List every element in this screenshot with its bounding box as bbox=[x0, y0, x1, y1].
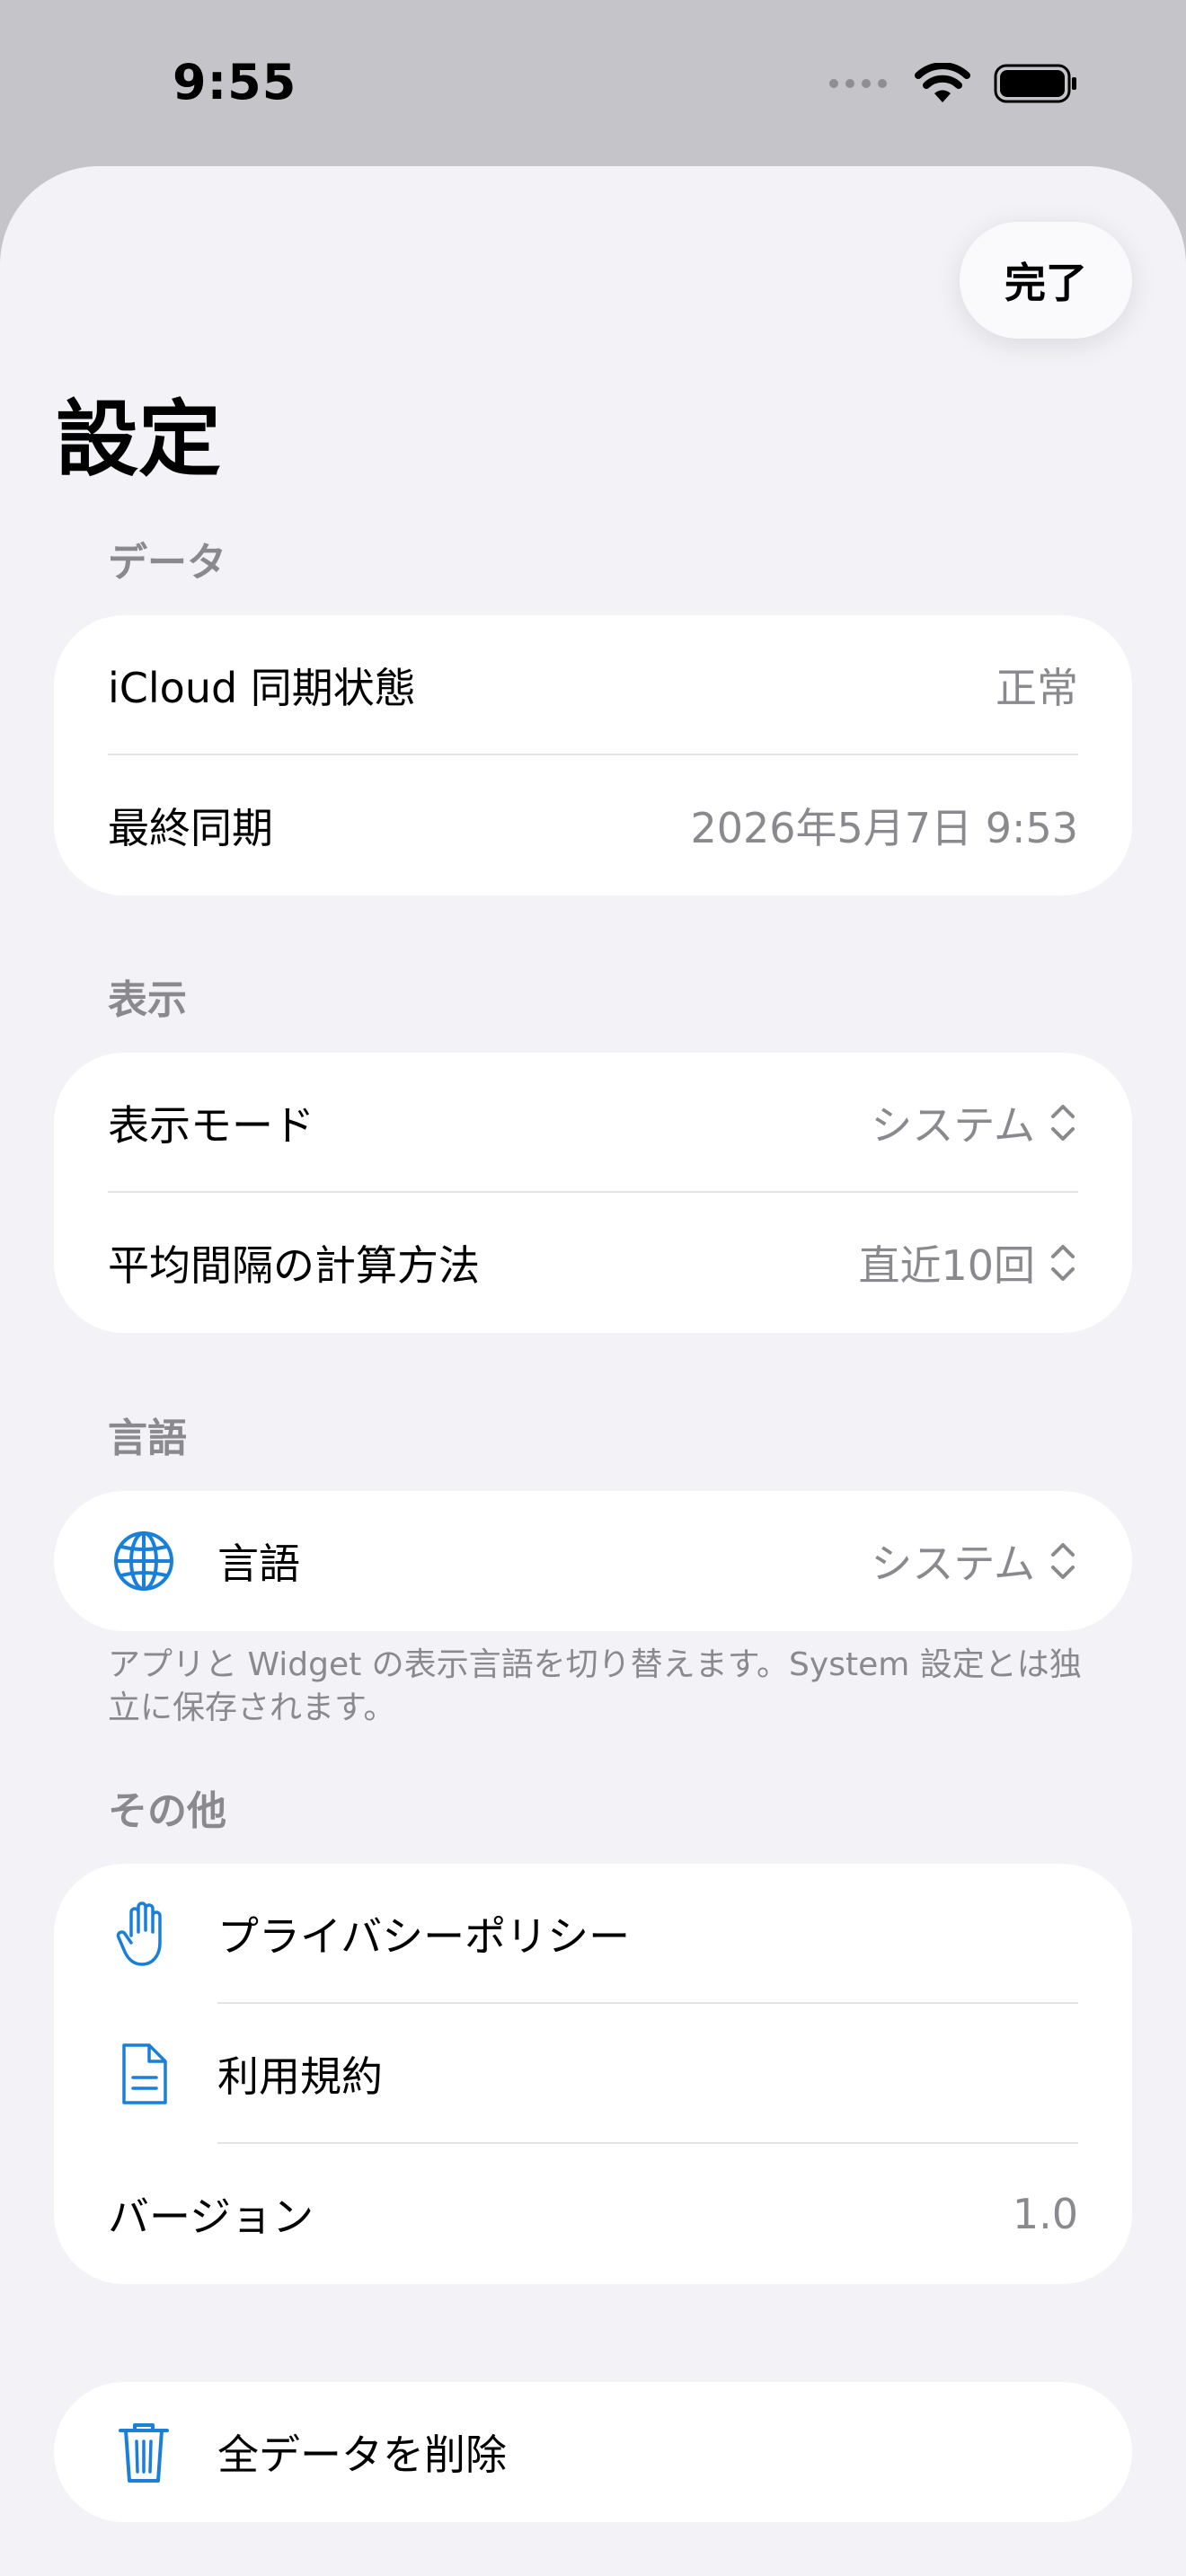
terms-link[interactable]: 利用規約 bbox=[217, 2044, 383, 2104]
icloud-sync-value: 正常 bbox=[996, 664, 1078, 712]
chevron-up-down-icon bbox=[1051, 1105, 1075, 1141]
delete-all-data-label: 全データを削除 bbox=[217, 2430, 507, 2479]
average-interval-picker[interactable]: 直近10回 bbox=[858, 1233, 1078, 1292]
row-average-interval[interactable]: 平均間隔の計算方法 直近10回 bbox=[54, 1193, 1132, 1333]
last-sync-label: 最終同期 bbox=[108, 804, 273, 852]
language-picker[interactable]: システム bbox=[871, 1531, 1078, 1591]
row-version: バージョン 1.0 bbox=[54, 2144, 1132, 2284]
cellular-signal-icon bbox=[829, 79, 887, 88]
card-other: プライバシーポリシー 利用規約 バージョン 1.0 bbox=[54, 1864, 1132, 2284]
wifi-icon bbox=[915, 63, 970, 102]
globe-icon bbox=[108, 1525, 180, 1597]
delete-all-data-button[interactable]: 全データを削除 bbox=[54, 2382, 1132, 2522]
page-title: 設定 bbox=[56, 392, 222, 488]
chevron-up-down-icon bbox=[1051, 1245, 1075, 1281]
section-header-other: その他 bbox=[108, 1788, 226, 1834]
settings-sheet: 完了 設定 データ iCloud 同期状態 正常 最終同期 2026年5月7日 … bbox=[0, 166, 1186, 2576]
language-label: 言語 bbox=[217, 1539, 300, 1588]
card-display: 表示モード システム 平均間隔の計算方法 直近10回 bbox=[54, 1053, 1132, 1333]
last-sync-value: 2026年5月7日 9:53 bbox=[690, 804, 1078, 852]
row-language[interactable]: 言語 システム bbox=[54, 1491, 1132, 1631]
hand-icon bbox=[108, 1898, 180, 1970]
icloud-sync-label: iCloud 同期状態 bbox=[108, 664, 416, 712]
card-delete: 全データを削除 bbox=[54, 2382, 1132, 2522]
done-button[interactable]: 完了 bbox=[960, 222, 1132, 339]
trash-icon bbox=[108, 2416, 180, 2488]
language-value: システム bbox=[871, 1539, 1035, 1588]
card-data: iCloud 同期状態 正常 最終同期 2026年5月7日 9:53 bbox=[54, 615, 1132, 895]
chevron-up-down-icon bbox=[1051, 1543, 1075, 1579]
display-mode-label: 表示モード bbox=[108, 1101, 314, 1150]
section-header-language: 言語 bbox=[108, 1416, 187, 1461]
version-label: バージョン bbox=[108, 2192, 314, 2241]
status-bar: 9:55 bbox=[0, 0, 1186, 166]
row-terms[interactable]: 利用規約 bbox=[54, 2004, 1132, 2144]
document-icon bbox=[108, 2038, 180, 2110]
display-mode-picker[interactable]: システム bbox=[871, 1093, 1078, 1152]
average-interval-label: 平均間隔の計算方法 bbox=[108, 1241, 480, 1290]
row-last-sync: 最終同期 2026年5月7日 9:53 bbox=[54, 755, 1132, 895]
battery-icon bbox=[994, 64, 1076, 103]
section-header-data: データ bbox=[108, 540, 226, 586]
row-privacy-policy[interactable]: プライバシーポリシー bbox=[54, 1864, 1132, 2004]
language-footnote: アプリと Widget の表示言語を切り替えます。System 設定とは独立に保… bbox=[108, 1646, 1082, 1726]
row-icloud-sync: iCloud 同期状態 正常 bbox=[54, 615, 1132, 755]
privacy-policy-link[interactable]: プライバシーポリシー bbox=[217, 1904, 630, 1963]
version-value: 1.0 bbox=[1012, 2190, 1078, 2238]
status-time: 9:55 bbox=[173, 54, 297, 110]
card-language: 言語 システム bbox=[54, 1491, 1132, 1631]
status-icons bbox=[828, 63, 1078, 104]
row-display-mode[interactable]: 表示モード システム bbox=[54, 1053, 1132, 1193]
average-interval-value: 直近10回 bbox=[858, 1241, 1035, 1290]
display-mode-value: システム bbox=[871, 1101, 1035, 1150]
section-header-display: 表示 bbox=[108, 977, 187, 1023]
